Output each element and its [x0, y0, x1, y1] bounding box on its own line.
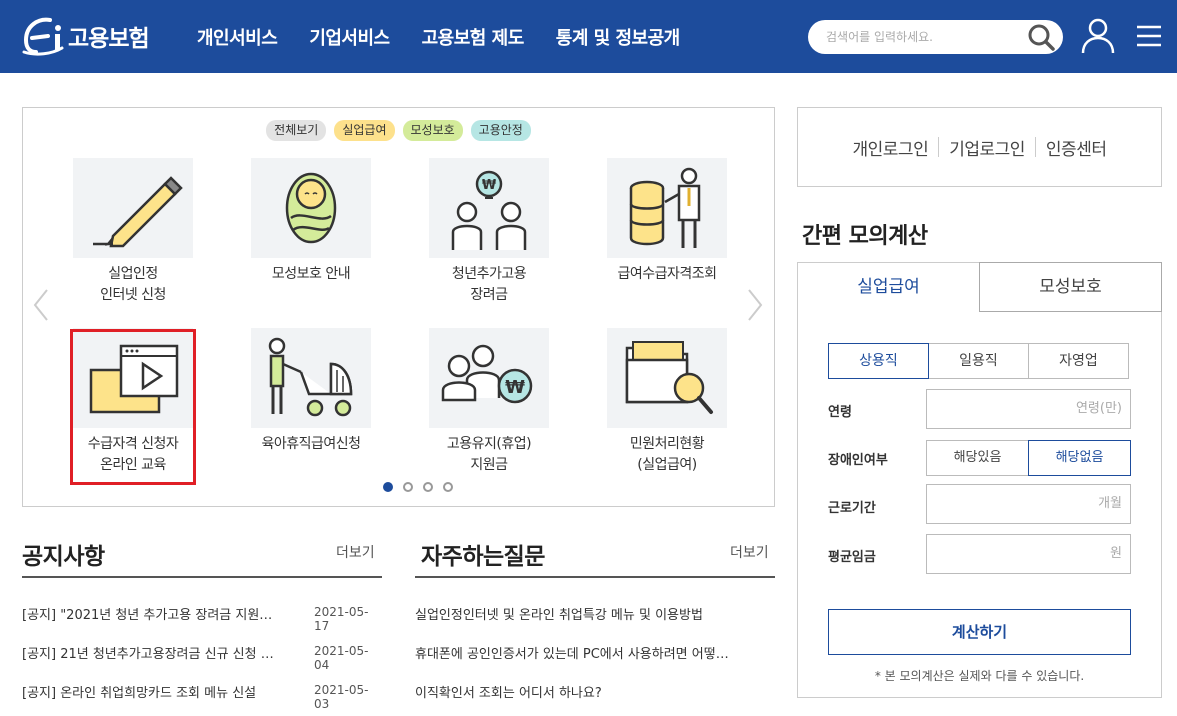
pagination-dot-4[interactable] — [443, 482, 453, 492]
notice-more-link[interactable]: 더보기 — [336, 542, 375, 562]
pagination-dot-2[interactable] — [403, 482, 413, 492]
filter-chips: 전체보기 실업급여 모성보호 고용안정 — [23, 120, 774, 141]
login-box: 개인로그인 기업로그인 인증센터 — [797, 107, 1162, 187]
employment-type-selector: 상용직 일용직 자영업 — [828, 343, 1129, 379]
type-daily-button[interactable]: 일용직 — [928, 343, 1029, 379]
faq-divider — [415, 576, 775, 578]
faq-item[interactable]: 실업인정인터넷 및 온라인 취업특강 메뉴 및 이용방법 — [415, 604, 703, 623]
notice-title: 공지사항 — [22, 544, 105, 570]
hamburger-menu-icon[interactable] — [1135, 24, 1163, 48]
quick-service-slider: 전체보기 실업급여 모성보호 고용안정 실업인정 인터넷 신청 모성보호 안내 … — [22, 107, 775, 507]
calculate-button[interactable]: 계산하기 — [828, 609, 1131, 655]
svg-text:₩: ₩ — [505, 377, 525, 398]
card-parental-leave-application[interactable]: 육아휴직급여신청 — [231, 328, 391, 455]
notice-item[interactable]: [공지] 21년 청년추가고용장려금 신규 신청 … — [22, 643, 274, 662]
main-nav: 개인서비스 기업서비스 고용보험 제도 통계 및 정보공개 — [197, 24, 712, 50]
logo[interactable]: 고용보험 — [20, 14, 150, 58]
notice-date: 2021-05-04 — [314, 644, 369, 672]
pencil-icon — [93, 176, 183, 250]
calculator-panel: 실업급여 모성보호 상용직 일용직 자영업 연령 연령(만) 장애인여부 해당있… — [797, 262, 1162, 698]
user-icon[interactable] — [1080, 17, 1116, 55]
faq-more-link[interactable]: 더보기 — [730, 542, 769, 562]
disability-label: 장애인여부 — [828, 453, 888, 468]
filter-all[interactable]: 전체보기 — [266, 120, 327, 141]
calculator-note: * 본 모의계산은 실제와 다를 수 있습니다. — [874, 669, 1085, 683]
pagination-dot-3[interactable] — [423, 482, 433, 492]
filter-employment-stability[interactable]: 고용안정 — [470, 120, 531, 141]
nav-statistics[interactable]: 통계 및 정보공개 — [556, 24, 680, 50]
notice-date: 2021-05-03 — [314, 683, 369, 711]
search-box — [808, 20, 1063, 54]
coin-stack-icon — [629, 167, 701, 248]
faq-board: 자주하는질문 더보기 실업인정인터넷 및 온라인 취업특강 메뉴 및 이용방법 … — [415, 530, 775, 716]
tab-maternity-protection[interactable]: 모성보호 — [979, 262, 1162, 312]
business-login-link[interactable]: 기업로그인 — [939, 135, 1035, 160]
nav-personal[interactable]: 개인서비스 — [197, 24, 278, 50]
disability-no-button[interactable]: 해당없음 — [1028, 440, 1131, 476]
type-self-employed-button[interactable]: 자영업 — [1028, 343, 1129, 379]
average-wage-label: 평균임금 — [828, 550, 876, 565]
chevron-left-icon[interactable] — [33, 288, 49, 322]
baby-icon — [285, 172, 337, 244]
selected-card-highlight — [70, 329, 196, 485]
faq-item[interactable]: 휴대폰에 공인인증서가 있는데 PC에서 사용하려면 어떻… — [415, 643, 729, 662]
search-input[interactable] — [826, 27, 1016, 47]
certificate-center-link[interactable]: 인증센터 — [1036, 135, 1117, 160]
chevron-right-icon[interactable] — [747, 288, 763, 322]
age-label: 연령 — [828, 405, 852, 420]
nav-system[interactable]: 고용보험 제도 — [422, 24, 525, 50]
type-regular-button[interactable]: 상용직 — [828, 343, 929, 379]
notice-item[interactable]: [공지] 온라인 취업희망카드 조회 메뉴 신설 — [22, 682, 256, 701]
average-wage-input[interactable]: 원 — [926, 534, 1131, 574]
faq-item[interactable]: 이직확인서 조회는 어디서 하나요? — [415, 682, 602, 701]
calculator-title: 간편 모의계산 — [802, 224, 928, 249]
logo-text: 고용보험 — [68, 26, 150, 52]
notice-board: 공지사항 더보기 [공지] "2021년 청년 추가고용 장려금 지원… 202… — [22, 530, 382, 716]
notice-date: 2021-05-17 — [314, 605, 369, 633]
card-maternity-guide[interactable]: 모성보호 안내 — [231, 158, 391, 285]
work-period-input[interactable]: 개월 — [926, 484, 1131, 524]
disability-selector: 해당있음 해당없음 — [926, 440, 1131, 476]
logo-icon — [22, 17, 64, 56]
notice-item[interactable]: [공지] "2021년 청년 추가고용 장려금 지원… — [22, 604, 272, 623]
calculator-tabs: 실업급여 모성보호 — [797, 262, 1162, 312]
svg-text:₩: ₩ — [482, 178, 497, 193]
stroller-icon — [268, 337, 353, 417]
slider-pagination — [383, 482, 463, 492]
folder-search-icon — [625, 341, 713, 414]
disability-yes-button[interactable]: 해당있음 — [926, 440, 1029, 476]
pagination-dot-1[interactable] — [383, 482, 393, 492]
personal-login-link[interactable]: 개인로그인 — [843, 135, 939, 160]
card-youth-employment-incentive[interactable]: ₩ 청년추가고용 장려금 — [409, 158, 569, 306]
people-won-icon: ₩ — [441, 344, 533, 404]
header: 고용보험 개인서비스 기업서비스 고용보험 제도 통계 및 정보공개 — [0, 0, 1177, 73]
card-civil-complaint-status[interactable]: 민원처리현황 (실업급여) — [587, 328, 747, 476]
age-input[interactable]: 연령(만) — [926, 389, 1131, 429]
notice-divider — [22, 576, 382, 578]
filter-unemployment[interactable]: 실업급여 — [334, 120, 395, 141]
search-icon[interactable] — [1026, 23, 1056, 51]
won-people-icon: ₩ — [451, 170, 527, 250]
nav-business[interactable]: 기업서비스 — [309, 24, 390, 50]
tab-unemployment-benefit[interactable]: 실업급여 — [797, 262, 980, 312]
card-unemployment-certification[interactable]: 실업인정 인터넷 신청 — [53, 158, 213, 306]
work-period-label: 근로기간 — [828, 501, 876, 516]
filter-maternity[interactable]: 모성보호 — [402, 120, 463, 141]
card-benefit-eligibility-check[interactable]: 급여수급자격조회 — [587, 158, 747, 285]
card-employment-retention-subsidy[interactable]: ₩ 고용유지(휴업) 지원금 — [409, 328, 569, 476]
faq-title: 자주하는질문 — [421, 544, 545, 570]
